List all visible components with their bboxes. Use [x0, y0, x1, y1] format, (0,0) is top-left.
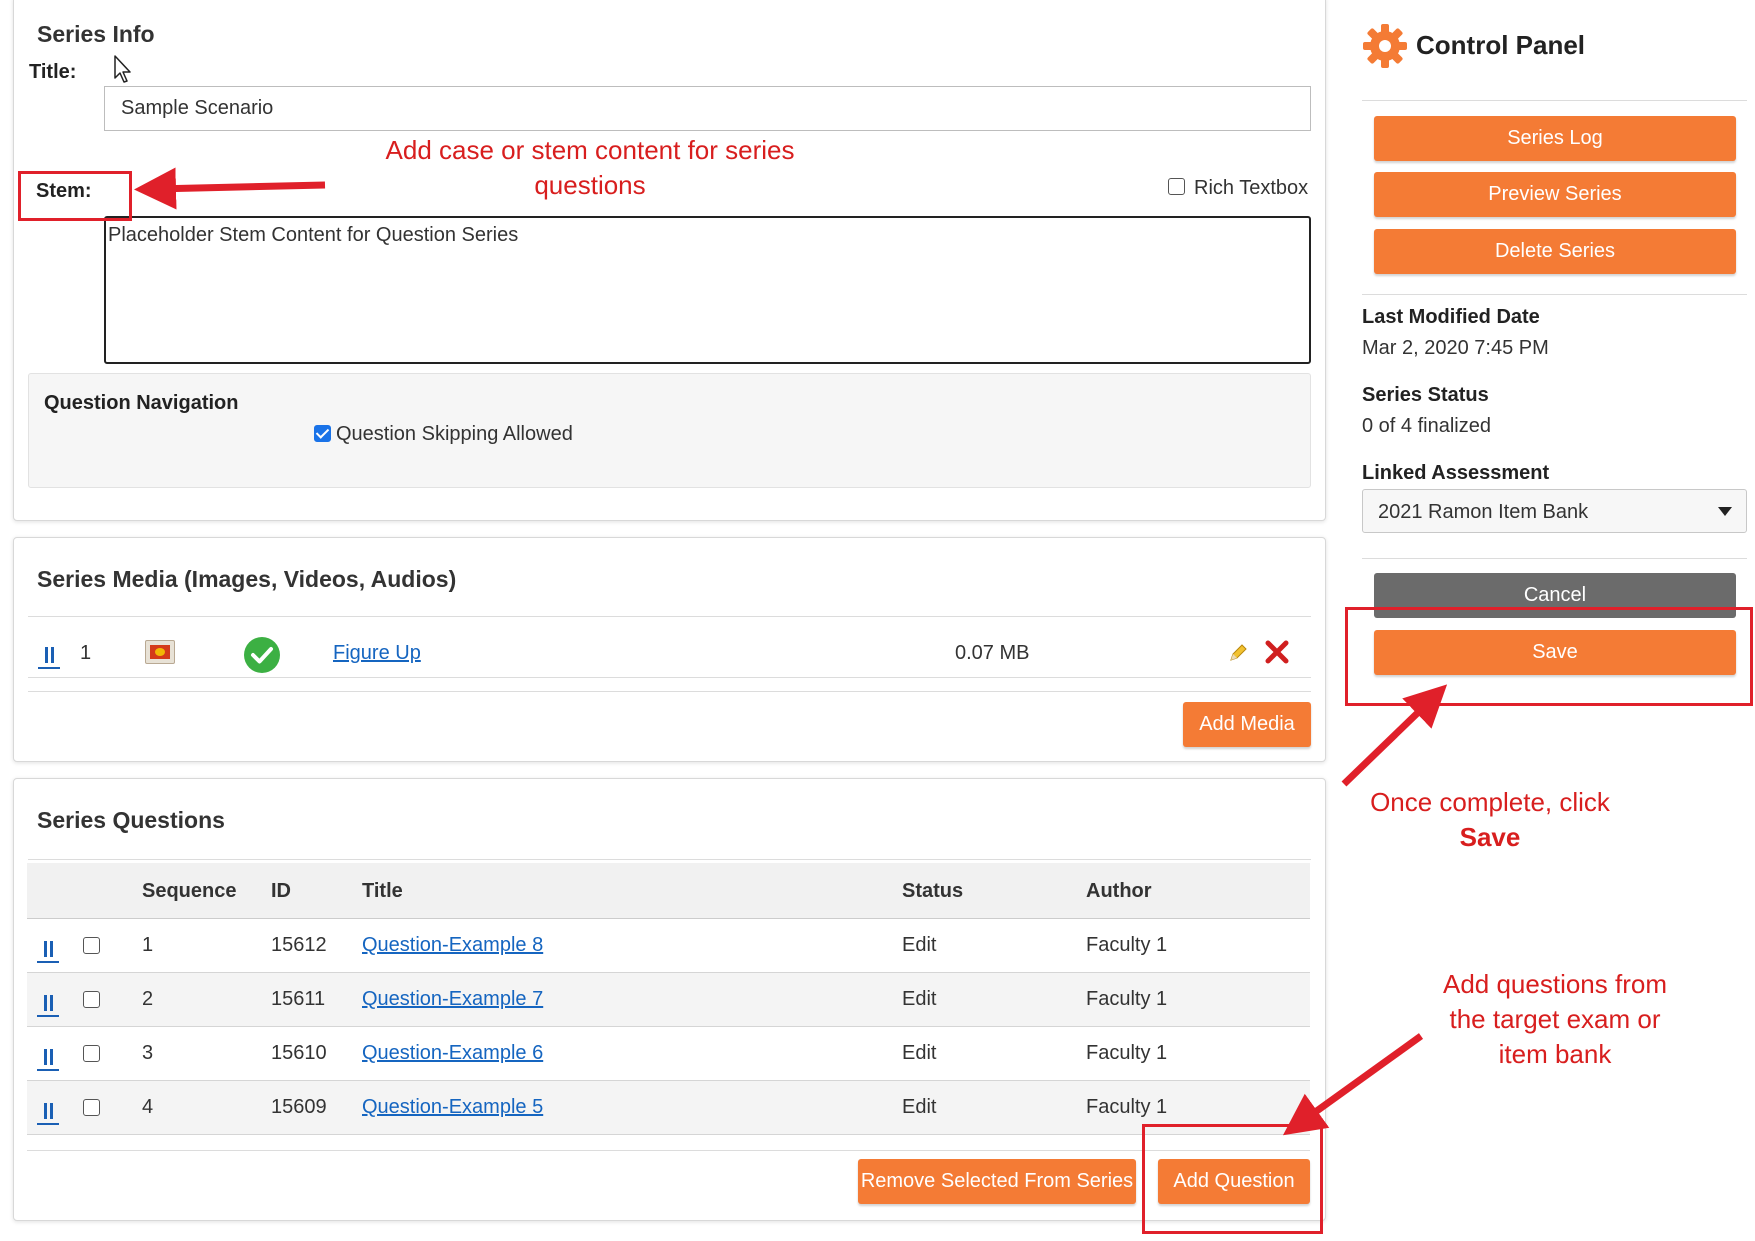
row-sequence: 4 [142, 1096, 154, 1118]
linked-assessment-value: 2021 Ramon Item Bank [1378, 501, 1589, 523]
row-author: Faculty 1 [1086, 1042, 1168, 1064]
media-size: 0.07 MB [955, 642, 1030, 664]
gear-icon [1361, 22, 1409, 70]
row-title-link[interactable]: Question-Example 7 [362, 988, 543, 1011]
check-circle-icon [244, 637, 280, 673]
row-author: Faculty 1 [1086, 934, 1168, 956]
edit-pencil-icon[interactable] [1227, 642, 1249, 664]
series-info-card: Series Info Title: Stem: Rich Textbox Qu… [13, 0, 1326, 521]
image-thumbnail-icon [145, 640, 175, 664]
row-id: 15611 [271, 988, 326, 1010]
column-header-sequence[interactable]: Sequence [142, 880, 236, 903]
save-arrow [1341, 684, 1448, 787]
table-row: 2 15611 Question-Example 7 Edit Faculty … [27, 973, 1310, 1027]
linked-assessment-select[interactable]: 2021 Ramon Item Bank [1362, 489, 1747, 533]
row-select-checkbox[interactable] [83, 1099, 100, 1116]
media-name-link[interactable]: Figure Up [333, 642, 421, 665]
series-log-button[interactable]: Series Log [1374, 116, 1736, 161]
stem-highlight-box [18, 171, 132, 221]
table-row: 4 15609 Question-Example 5 Edit Faculty … [27, 1081, 1310, 1135]
question-navigation-heading: Question Navigation [44, 392, 239, 414]
row-sequence: 3 [142, 1042, 154, 1064]
row-status: Edit [902, 1042, 937, 1064]
row-status: Edit [902, 988, 937, 1010]
add-media-button[interactable]: Add Media [1183, 702, 1311, 747]
drag-handle-icon[interactable] [37, 1047, 59, 1071]
rich-textbox-checkbox[interactable] [1168, 178, 1185, 195]
question-skipping-checkbox[interactable] [314, 425, 331, 442]
series-info-heading: Series Info [37, 21, 155, 47]
column-header-title[interactable]: Title [362, 880, 403, 903]
add-question-annotation: Add questions from the target exam or it… [1442, 969, 1667, 1069]
row-select-checkbox[interactable] [83, 991, 100, 1008]
row-author: Faculty 1 [1086, 1096, 1168, 1118]
drag-handle-icon[interactable] [37, 993, 59, 1017]
drag-handle-icon[interactable] [37, 939, 59, 963]
add-question-highlight-box [1142, 1124, 1323, 1234]
mouse-cursor-icon [113, 54, 135, 84]
last-modified-label: Last Modified Date [1362, 306, 1540, 328]
table-row: 3 15610 Question-Example 6 Edit Faculty … [27, 1027, 1310, 1081]
questions-table-header: Sequence ID Title Status Author [27, 863, 1310, 919]
drag-handle-icon[interactable] [38, 645, 60, 669]
drag-handle-icon[interactable] [37, 1101, 59, 1125]
question-skipping-label: Question Skipping Allowed [336, 423, 573, 445]
series-status-value: 0 of 4 finalized [1362, 415, 1491, 437]
question-navigation-box: Question Navigation Question Skipping Al… [28, 373, 1311, 488]
series-questions-heading: Series Questions [37, 807, 225, 833]
series-media-card: Series Media (Images, Videos, Audios) 1 … [13, 537, 1326, 762]
row-title-link[interactable]: Question-Example 8 [362, 934, 543, 957]
table-row: 1 15612 Question-Example 8 Edit Faculty … [27, 919, 1310, 973]
stem-textarea[interactable] [104, 216, 1311, 364]
title-input[interactable] [104, 86, 1311, 131]
delete-x-icon[interactable] [1264, 639, 1290, 665]
column-header-author[interactable]: Author [1086, 880, 1152, 903]
row-select-checkbox[interactable] [83, 937, 100, 954]
stem-annotation: Add case or stem content for series ques… [385, 135, 795, 200]
column-header-status[interactable]: Status [902, 880, 963, 903]
rich-textbox-label: Rich Textbox [1194, 177, 1309, 199]
media-index: 1 [80, 642, 92, 664]
column-header-id[interactable]: ID [271, 880, 291, 903]
control-panel-title: Control Panel [1416, 30, 1586, 60]
chevron-down-icon [1718, 507, 1732, 516]
save-highlight-box [1345, 607, 1753, 706]
series-status-label: Series Status [1362, 384, 1489, 406]
row-status: Edit [902, 1096, 937, 1118]
row-status: Edit [902, 934, 937, 956]
row-title-link[interactable]: Question-Example 6 [362, 1042, 543, 1065]
linked-assessment-label: Linked Assessment [1362, 462, 1550, 484]
title-label: Title: [29, 61, 77, 83]
row-id: 15612 [271, 934, 327, 956]
row-title-link[interactable]: Question-Example 5 [362, 1096, 543, 1119]
save-annotation: Once complete, click Save [1370, 787, 1610, 852]
series-media-heading: Series Media (Images, Videos, Audios) [37, 566, 457, 592]
remove-selected-button[interactable]: Remove Selected From Series [858, 1159, 1136, 1204]
row-author: Faculty 1 [1086, 988, 1168, 1010]
row-sequence: 2 [142, 988, 154, 1010]
row-sequence: 1 [142, 934, 154, 956]
preview-series-button[interactable]: Preview Series [1374, 172, 1736, 217]
row-id: 15610 [271, 1042, 327, 1064]
last-modified-value: Mar 2, 2020 7:45 PM [1362, 337, 1549, 359]
delete-series-button[interactable]: Delete Series [1374, 229, 1736, 274]
row-id: 15609 [271, 1096, 327, 1118]
row-select-checkbox[interactable] [83, 1045, 100, 1062]
